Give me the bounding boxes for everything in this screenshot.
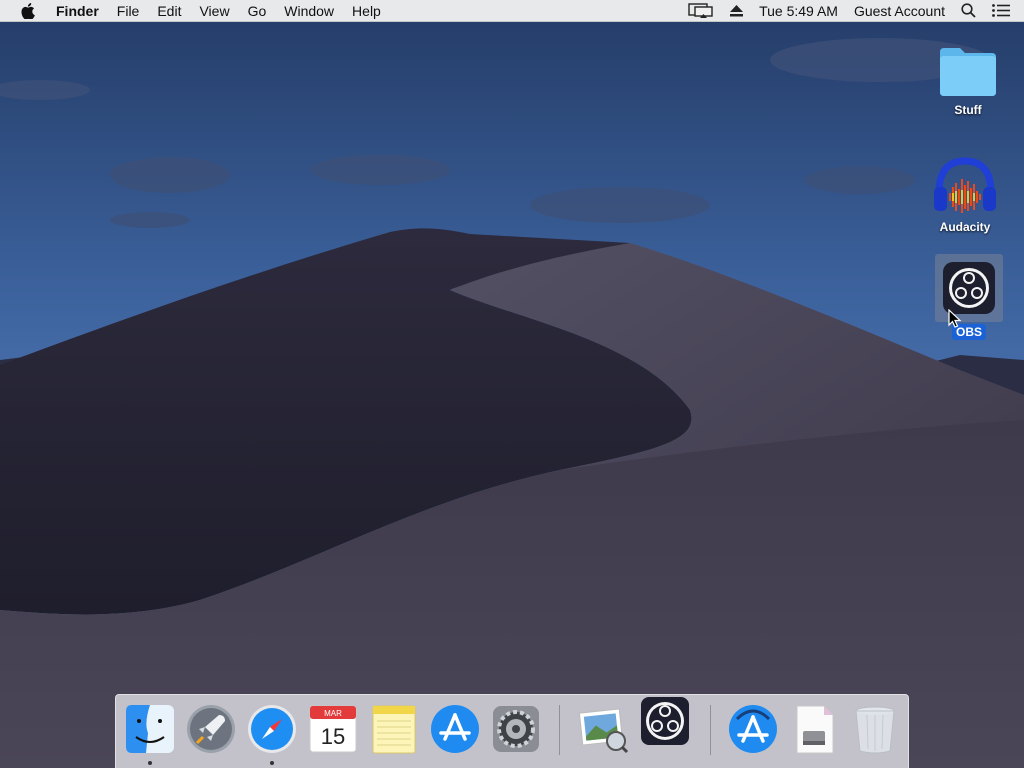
app-store-icon — [729, 705, 777, 753]
installer-disk-icon — [796, 705, 834, 754]
dock-obs[interactable] — [639, 695, 691, 747]
menu-view[interactable]: View — [190, 0, 238, 22]
desktop-icon-audacity[interactable]: Audacity — [925, 155, 1005, 236]
trash-icon — [855, 706, 895, 754]
calendar-icon: MAR 15 — [309, 705, 357, 753]
finder-icon — [126, 705, 174, 753]
desktop-icon-stuff[interactable]: Stuff — [928, 44, 1008, 119]
menu-extras: Tue 5:49 AM Guest Account — [680, 0, 1024, 22]
rocket-icon — [187, 705, 235, 753]
menu-finder[interactable]: Finder — [56, 0, 108, 22]
dock: MAR 15 — [115, 694, 909, 768]
list-icon[interactable] — [984, 4, 1024, 17]
compass-icon — [248, 705, 296, 753]
dock-finder[interactable] — [124, 703, 176, 755]
apple-logo-icon[interactable] — [0, 2, 56, 19]
obs-icon — [935, 254, 1003, 322]
desktop-icon-obs[interactable]: OBS — [929, 254, 1009, 341]
menu-edit[interactable]: Edit — [148, 0, 190, 22]
mouse-pointer-icon — [948, 309, 962, 328]
running-indicator — [270, 761, 274, 765]
dock-launchpad[interactable] — [185, 703, 237, 755]
obs-icon — [641, 697, 689, 745]
dock-separator — [710, 705, 711, 755]
desktop-icon-label: Stuff — [954, 103, 982, 117]
audacity-headphones-icon — [931, 155, 999, 217]
menu-bar: Finder File Edit View Go Window Help Tue… — [0, 0, 1024, 22]
desktop-wallpaper — [0, 0, 1024, 768]
dock-app-store[interactable] — [429, 703, 481, 755]
eject-icon[interactable] — [722, 4, 751, 17]
menu-help[interactable]: Help — [343, 0, 390, 22]
running-indicator — [148, 761, 152, 765]
clock[interactable]: Tue 5:49 AM — [751, 0, 846, 22]
notes-icon — [372, 705, 416, 754]
dock-separator — [559, 705, 560, 755]
user-account-menu[interactable]: Guest Account — [846, 0, 953, 22]
calendar-day: 15 — [321, 724, 345, 749]
dock-app-store-downloads[interactable] — [727, 703, 779, 755]
dock-safari[interactable] — [246, 703, 298, 755]
dock-notes[interactable] — [368, 703, 420, 755]
dock-trash[interactable] — [849, 703, 901, 755]
dock-preview[interactable] — [578, 703, 630, 755]
gear-icon — [493, 706, 539, 752]
calendar-month: MAR — [324, 709, 342, 718]
menu-file[interactable]: File — [108, 0, 149, 22]
menu-go[interactable]: Go — [239, 0, 276, 22]
desktop-icon-label: Audacity — [939, 220, 991, 234]
app-store-icon — [431, 705, 479, 753]
folder-icon — [936, 44, 1000, 100]
airplay-display-icon[interactable] — [680, 2, 722, 19]
dock-calendar[interactable]: MAR 15 — [307, 703, 359, 755]
preview-photos-icon — [578, 708, 629, 754]
dock-system-preferences[interactable] — [490, 703, 542, 755]
menu-window[interactable]: Window — [275, 0, 343, 22]
dock-installer[interactable] — [788, 703, 840, 755]
magnifier-icon[interactable] — [953, 3, 984, 18]
